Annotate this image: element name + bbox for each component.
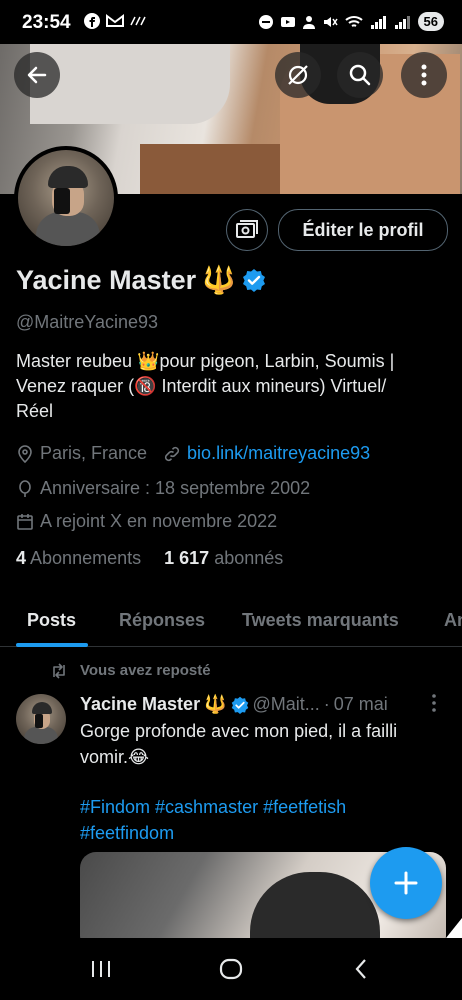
gmail-icon [106,14,124,27]
profile-joined-row: A rejoint X en novembre 2022 [16,511,277,532]
tab-posts[interactable]: Posts [27,600,76,631]
back-button[interactable] [14,52,60,98]
repost-label: Vous avez reposté [80,662,211,679]
tweet-date[interactable]: 07 mai [334,694,388,715]
profile-tabs: Posts Réponses Tweets marquants An [0,600,462,647]
profile-handle: @MaitreYacine93 [16,312,159,332]
more-options-button[interactable] [401,52,447,98]
profile-link[interactable]: bio.link/maitreyacine93 [187,443,370,464]
mute-icon [323,16,338,27]
more-vertical-icon [421,64,427,86]
recent-apps-button[interactable] [81,954,121,984]
display-name: Yacine Master 🔱 [16,264,266,296]
chevron-left-icon [355,959,366,979]
facebook-icon [84,13,100,29]
verified-badge-icon [242,269,265,292]
joined-text: A rejoint X en novembre 2022 [40,511,278,531]
display-name-text: Yacine Master [16,264,197,295]
tweet-hashtags: #Findom #cashmaster #feetfetish #feetfin… [80,794,440,846]
active-tab-indicator [16,643,88,647]
followers-count: 1 617 [164,548,210,568]
recent-apps-icon [92,961,110,977]
status-right-icons: 56 [258,12,444,31]
tab-highlights[interactable]: Tweets marquants [242,600,399,631]
tweet-header: Yacine Master 🔱 @Mait... · 07 mai [80,694,388,715]
spaces-off-icon [288,65,308,85]
status-left-icons [84,13,146,29]
tweet-author-name[interactable]: Yacine Master [80,694,200,715]
search-icon [349,64,371,86]
tab-replies[interactable]: Réponses [119,600,205,631]
bio-line-2: Venez raquer (🔞 Interdit aux mineurs) Vi… [16,376,387,396]
balloon-icon [19,479,31,497]
system-navigation-bar [0,938,462,1000]
dnd-icon [258,14,273,29]
hashtags-line-2[interactable]: #feetfindom [80,820,440,846]
hashtags-line-1[interactable]: #Findom #cashmaster #feetfetish [80,794,440,820]
notification-dots-icon [130,16,146,26]
repost-icon [53,662,65,679]
tweet-author-avatar[interactable] [16,694,66,744]
verified-badge-icon [231,696,248,714]
more-vertical-icon [432,694,436,712]
tweet-more-button[interactable] [432,694,436,717]
calendar-icon [17,513,33,530]
plus-icon [394,871,418,895]
user-icon [302,15,315,29]
signal-icon [370,15,386,29]
link-icon [164,446,180,461]
follow-stats: 4 Abonnements 1 617 abonnés [16,548,283,569]
followers-label: abonnés [214,548,284,568]
wifi-icon [344,15,363,27]
birthday-text: Anniversaire : 18 septembre 2002 [40,478,311,498]
location-text: Paris, France [40,443,148,463]
home-icon [219,958,243,980]
compose-post-button[interactable] [370,847,442,919]
edit-profile-button[interactable]: Éditer le profil [278,209,448,251]
bio-line-3: Réel [16,401,54,421]
tweet-separator: · [323,694,330,714]
signal-icon-2 [394,15,410,29]
status-time: 23:54 [22,12,71,33]
arrow-left-icon [27,66,47,84]
following-link[interactable]: 4 Abonnements [16,548,141,568]
tweet-author-emoji: 🔱 [204,694,227,714]
following-count: 4 [16,548,27,568]
followers-link[interactable]: 1 617 abonnés [164,548,283,568]
following-label: Abonnements [30,548,142,568]
profile-location-row: Paris, France bio.link/maitreyacine93 [16,443,370,464]
home-button[interactable] [211,954,251,984]
professional-tools-button[interactable] [226,209,268,251]
repost-indicator: Vous avez reposté [50,662,211,679]
profile-birthday-row: Anniversaire : 18 septembre 2002 [16,478,310,499]
search-button[interactable] [337,52,383,98]
profile-bio: Master reubeu 👑pour pigeon, Larbin, Soum… [16,349,446,424]
tab-articles[interactable]: An [444,600,462,631]
profile-avatar[interactable] [14,146,118,250]
money-icon [236,220,258,238]
trident-emoji: 🔱 [202,265,236,295]
tweet-author-handle: @Mait... [252,694,320,714]
tweet-text: Gorge profonde avec mon pied, il a faill… [80,721,398,767]
location-pin-icon [18,444,32,463]
back-nav-button[interactable] [341,954,381,984]
video-icon [280,16,295,27]
bio-line-1: Master reubeu 👑pour pigeon, Larbin, Soum… [16,351,395,371]
status-bar: 23:54 56 [0,0,462,44]
spaces-button[interactable] [275,52,321,98]
corner-badge [446,918,462,938]
battery-indicator: 56 [417,12,444,31]
